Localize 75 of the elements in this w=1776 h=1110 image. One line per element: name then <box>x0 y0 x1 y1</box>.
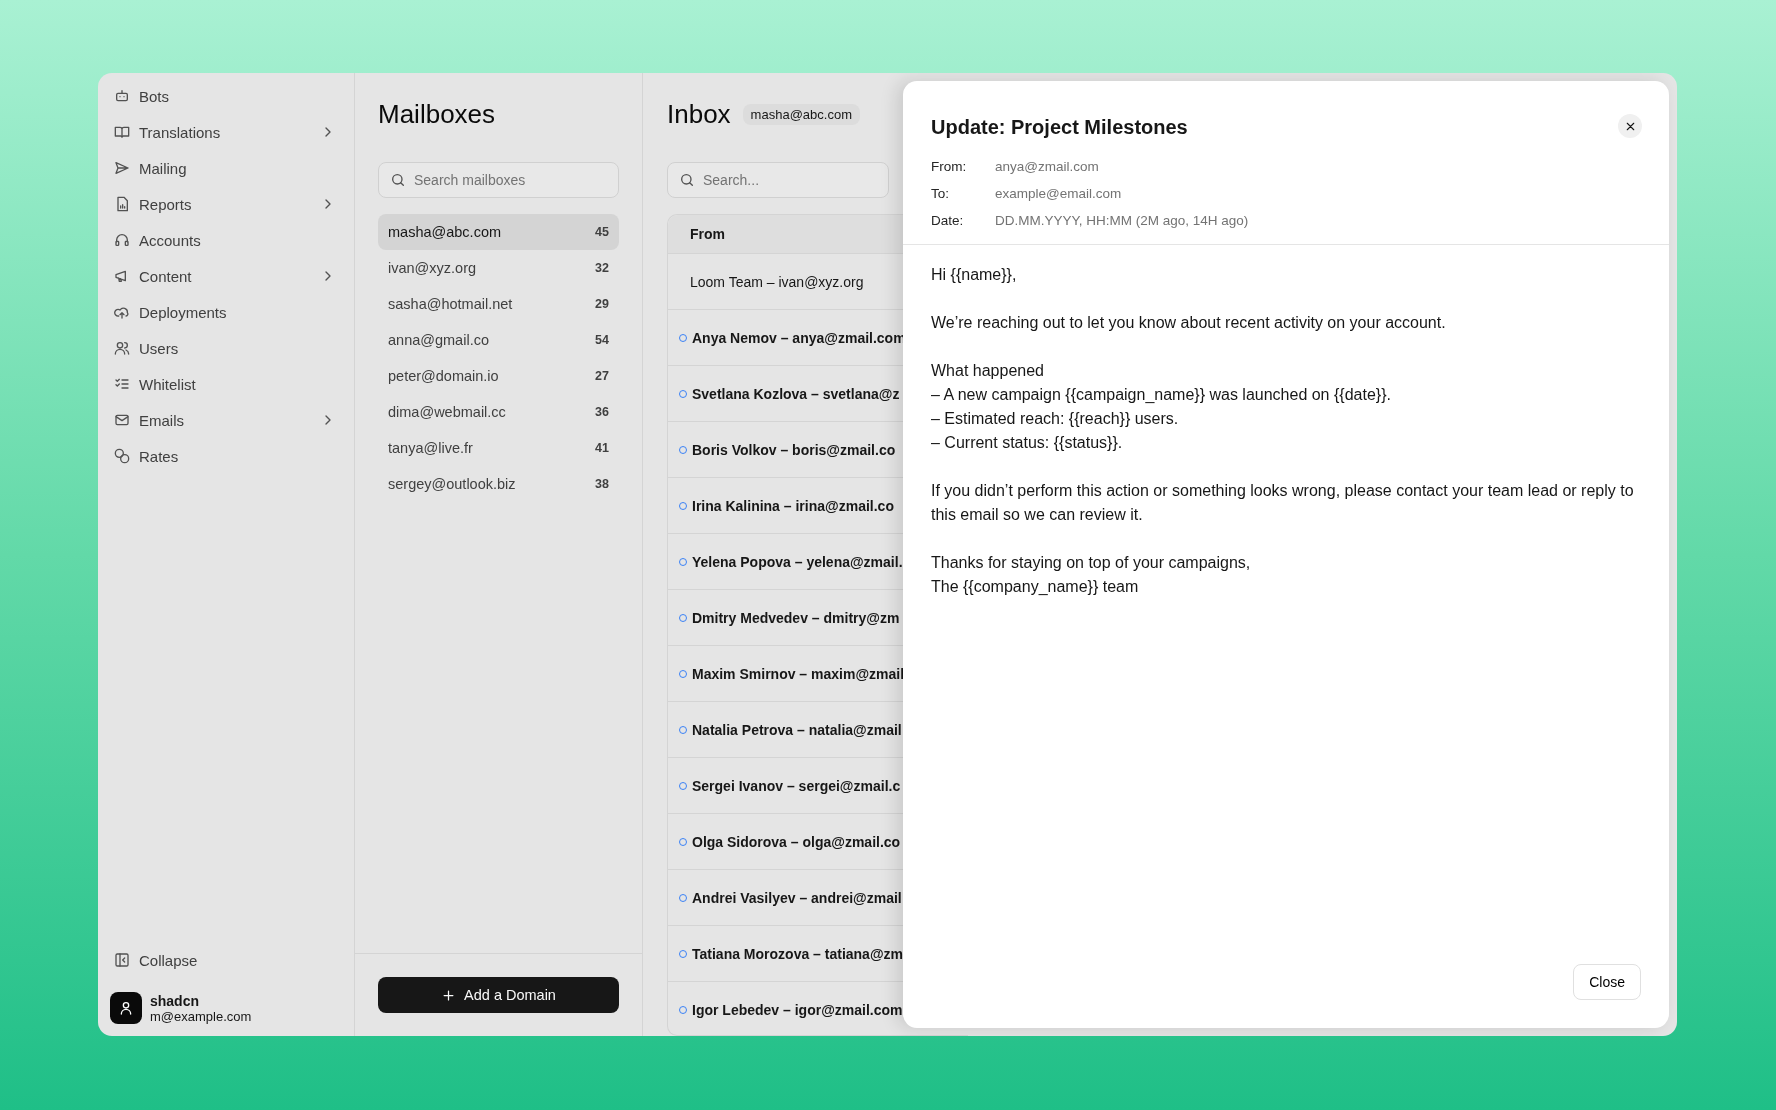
sidebar-item[interactable]: Rates <box>110 438 340 474</box>
body-text: We’re reaching out to let you know about recent activity on your account. <box>931 313 1447 333</box>
headset-icon <box>114 232 130 248</box>
book-icon <box>114 124 130 140</box>
body-text: If you didn’t perform this action or something looks wrong, please contact your team lead or reply to this email so we can review it. <box>931 481 1635 525</box>
person-icon <box>118 1000 134 1016</box>
sidebar-item[interactable]: Whitelist <box>110 366 340 402</box>
sidebar-item[interactable]: Content <box>110 258 340 294</box>
mailbox-item[interactable]: sasha@hotmail.net 29 <box>378 286 619 322</box>
meta-value: anya@zmail.com <box>995 159 1100 174</box>
sidebar-item[interactable]: Accounts <box>110 222 340 258</box>
sender-cell[interactable]: Anya Nemov – anya@zmail.com <box>692 329 906 346</box>
sidebar-item[interactable]: Reports <box>110 186 340 222</box>
sender-cell[interactable]: Maxim Smirnov – maxim@zmail <box>692 665 905 682</box>
user-email: m@example.com <box>150 1008 252 1024</box>
sender-cell[interactable]: Loom Team – ivan@xyz.org <box>690 273 864 290</box>
sender-cell[interactable]: Dmitry Medvedev – dmitry@zm <box>692 609 900 626</box>
sender-cell[interactable]: Olga Sidorova – olga@zmail.co <box>692 833 901 850</box>
meta-label: Date: <box>931 213 965 228</box>
body-text: – A new campaign {{campaign_name}} was launched on {{date}}. <box>931 385 1392 405</box>
cloud-upload-icon <box>114 304 130 320</box>
sidebar-item[interactable]: Users <box>110 330 340 366</box>
coins-icon <box>114 448 130 464</box>
sender-cell[interactable]: Boris Volkov – boris@zmail.co <box>692 441 896 458</box>
body-text: – Estimated reach: {{reach}} users. <box>931 409 1180 429</box>
sidebar-item[interactable]: Bots <box>110 78 340 114</box>
body-text: What happened <box>931 361 1045 381</box>
close-button[interactable] <box>1618 114 1642 138</box>
email-subject: Update: Project Milestones <box>931 116 1189 139</box>
sidebar-item[interactable]: Emails <box>110 402 340 438</box>
sidebar-item[interactable]: Translations <box>110 114 340 150</box>
mailbox-item[interactable]: tanya@live.fr 41 <box>378 430 619 466</box>
mailbox-item[interactable]: ivan@xyz.org 32 <box>378 250 619 286</box>
sender-cell[interactable]: Irina Kalinina – irina@zmail.co <box>692 497 894 514</box>
mailbox-item[interactable]: peter@domain.io 27 <box>378 358 619 394</box>
send-icon <box>114 160 130 176</box>
close-dialog-button[interactable]: Close <box>1573 964 1641 1000</box>
search-icon <box>390 172 406 188</box>
plus-icon <box>441 987 457 1003</box>
mailbox-item[interactable]: anna@gmail.co 54 <box>378 322 619 358</box>
add-domain-button[interactable]: Add a Domain <box>378 977 619 1013</box>
mailbox-item[interactable]: dima@webmail.cc 36 <box>378 394 619 430</box>
sender-cell[interactable]: Svetlana Kozlova – svetlana@z <box>692 385 900 402</box>
collapse-button[interactable]: Collapse <box>110 942 340 978</box>
users-icon <box>114 340 130 356</box>
inbox-title: Inbox <box>667 99 731 130</box>
sender-cell[interactable]: Yelena Popova – yelena@zmail. <box>692 553 903 570</box>
sender-cell[interactable]: Natalia Petrova – natalia@zmail <box>692 721 902 738</box>
sender-cell[interactable]: Andrei Vasilyev – andrei@zmail <box>692 889 902 906</box>
mailbox-item[interactable]: sergey@outlook.biz 38 <box>378 466 619 502</box>
mail-icon <box>114 412 130 428</box>
sender-cell[interactable]: Igor Lebedev – igor@zmail.com <box>692 1001 903 1018</box>
sender-cell[interactable]: Sergei Ivanov – sergei@zmail.c <box>692 777 901 794</box>
search-icon <box>679 172 695 188</box>
meta-value: example@email.com <box>995 186 1123 201</box>
sidebar-panel-icon <box>114 952 130 968</box>
body-text: The {{company_name}} team <box>931 577 1140 597</box>
mailboxes-title: Mailboxes <box>378 99 497 130</box>
sidebar-item[interactable]: Deployments <box>110 294 340 330</box>
mailbox-item[interactable]: masha@abc.com 45 <box>378 214 619 250</box>
meta-label: To: <box>931 186 950 201</box>
report-icon <box>114 196 130 212</box>
meta-value: DD.MM.YYYY, HH:MM (2M ago, 14H ago) <box>995 213 1249 228</box>
sidebar-item[interactable]: Mailing <box>110 150 340 186</box>
body-text: Thanks for staying on top of your campaigns, <box>931 553 1252 573</box>
user-name: shadcn <box>150 992 200 1009</box>
meta-label: From: <box>931 159 968 174</box>
sender-cell[interactable]: Tatiana Morozova – tatiana@zm <box>692 945 903 962</box>
checklist-icon <box>114 376 130 392</box>
search-field[interactable]: Search... <box>667 162 889 198</box>
body-text: Hi {{name}}, <box>931 265 1018 285</box>
search-field[interactable]: Search mailboxes <box>378 162 619 198</box>
body-text: – Current status: {{status}}. <box>931 433 1124 453</box>
robot-icon <box>114 88 130 104</box>
mailbox-badge: masha@abc.com <box>742 104 860 125</box>
